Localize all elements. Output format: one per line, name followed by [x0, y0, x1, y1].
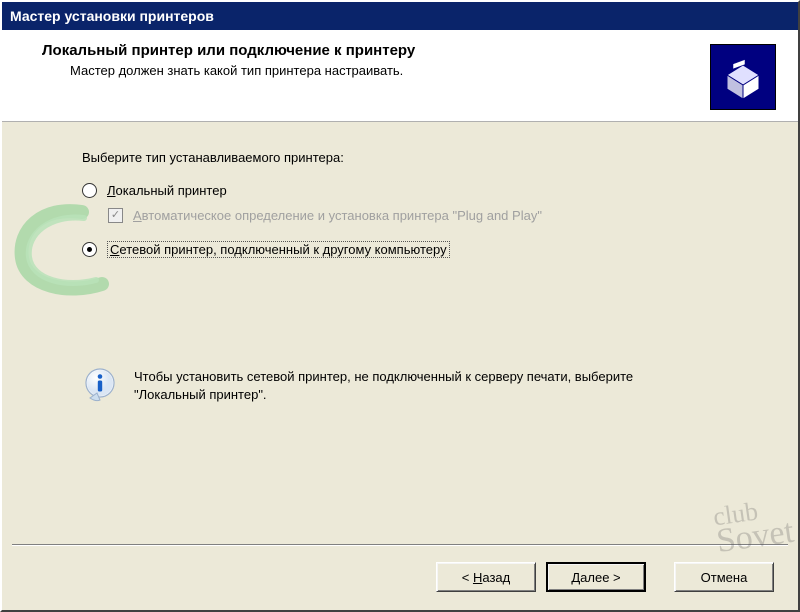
header-title: Локальный принтер или подключение к прин…	[42, 42, 774, 59]
radio-icon	[82, 183, 97, 198]
info-icon	[82, 368, 118, 404]
option-local-label: Локальный принтер	[107, 183, 227, 198]
window-title: Мастер установки принтеров	[10, 8, 214, 24]
checkbox-pnp-label: Автоматическое определение и установка п…	[133, 208, 542, 223]
checkbox-icon: ✓	[108, 208, 123, 223]
radio-icon	[82, 242, 97, 257]
back-button[interactable]: < Назад	[436, 562, 536, 592]
titlebar: Мастер установки принтеров	[2, 2, 798, 30]
printer-icon	[710, 44, 776, 110]
cancel-button[interactable]: Отмена	[674, 562, 774, 592]
header-subtitle: Мастер должен знать какой тип принтера н…	[70, 63, 774, 78]
wizard-window: Мастер установки принтеров Локальный при…	[0, 0, 800, 612]
wizard-header: Локальный принтер или подключение к прин…	[2, 30, 798, 122]
divider	[12, 544, 788, 546]
option-network-printer[interactable]: Сетевой принтер, подключенный к другому …	[82, 241, 738, 258]
prompt-text: Выберите тип устанавливаемого принтера:	[82, 150, 738, 165]
wizard-body: Выберите тип устанавливаемого принтера: …	[2, 122, 798, 404]
wizard-buttons: < Назад Далее > Отмена	[436, 562, 774, 592]
info-text: Чтобы установить сетевой принтер, не под…	[134, 368, 694, 404]
option-network-label: Сетевой принтер, подключенный к другому …	[107, 241, 450, 258]
info-row: Чтобы установить сетевой принтер, не под…	[82, 368, 738, 404]
next-button[interactable]: Далее >	[546, 562, 646, 592]
watermark: clubSovet	[712, 497, 795, 555]
option-local-printer[interactable]: Локальный принтер	[82, 183, 738, 198]
checkbox-plug-and-play: ✓ Автоматическое определение и установка…	[108, 208, 738, 223]
